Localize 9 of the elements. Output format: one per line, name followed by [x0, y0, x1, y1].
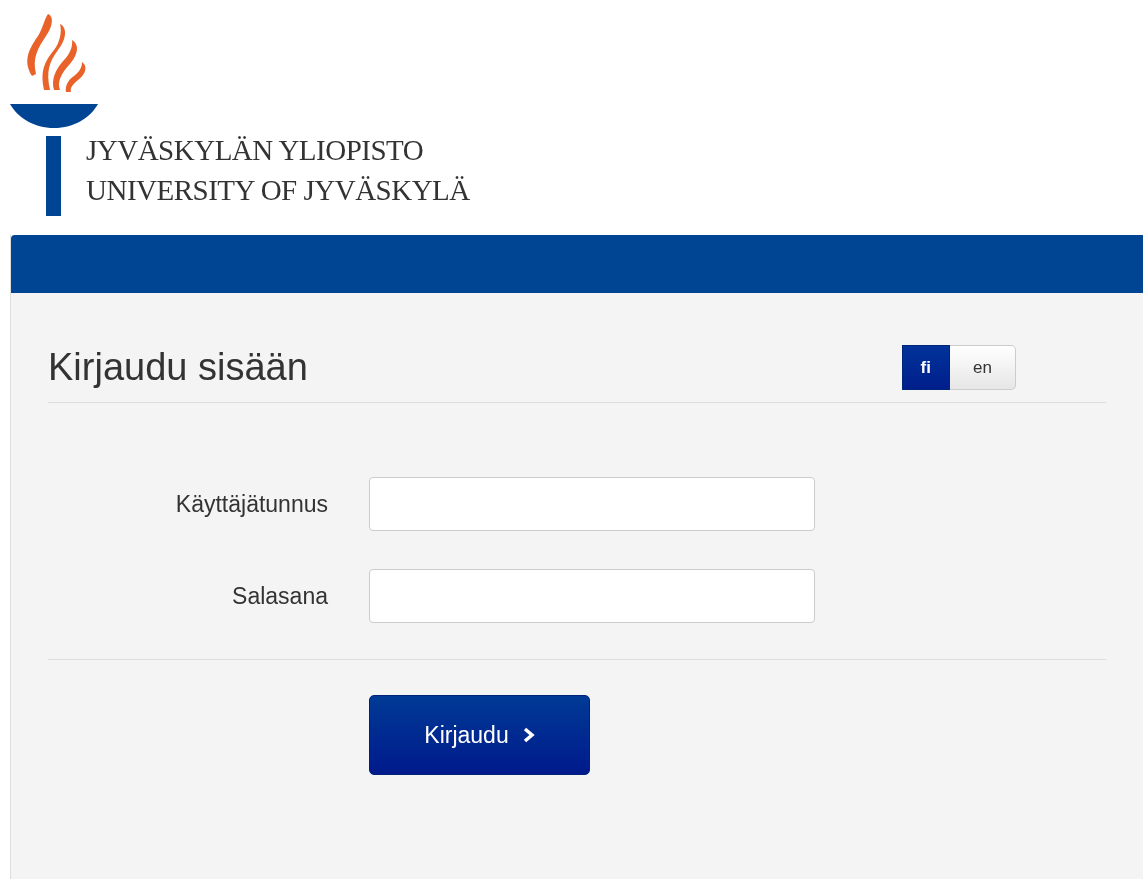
chevron-right-icon	[522, 727, 535, 743]
university-name: UNIVERSITY OF JYVÄSKYLÄ	[86, 173, 470, 208]
field-label: Käyttäjätunnus	[174, 490, 328, 518]
input-field[interactable]	[369, 477, 815, 531]
login-button[interactable]: Kirjaudu	[369, 695, 590, 775]
field-label: Salasana	[231, 582, 328, 610]
input-field[interactable]	[369, 569, 815, 623]
university-name: JYVÄSKYLÄN YLIOPISTO	[86, 133, 425, 168]
page-title: Kirjaudu sisään	[48, 346, 308, 389]
